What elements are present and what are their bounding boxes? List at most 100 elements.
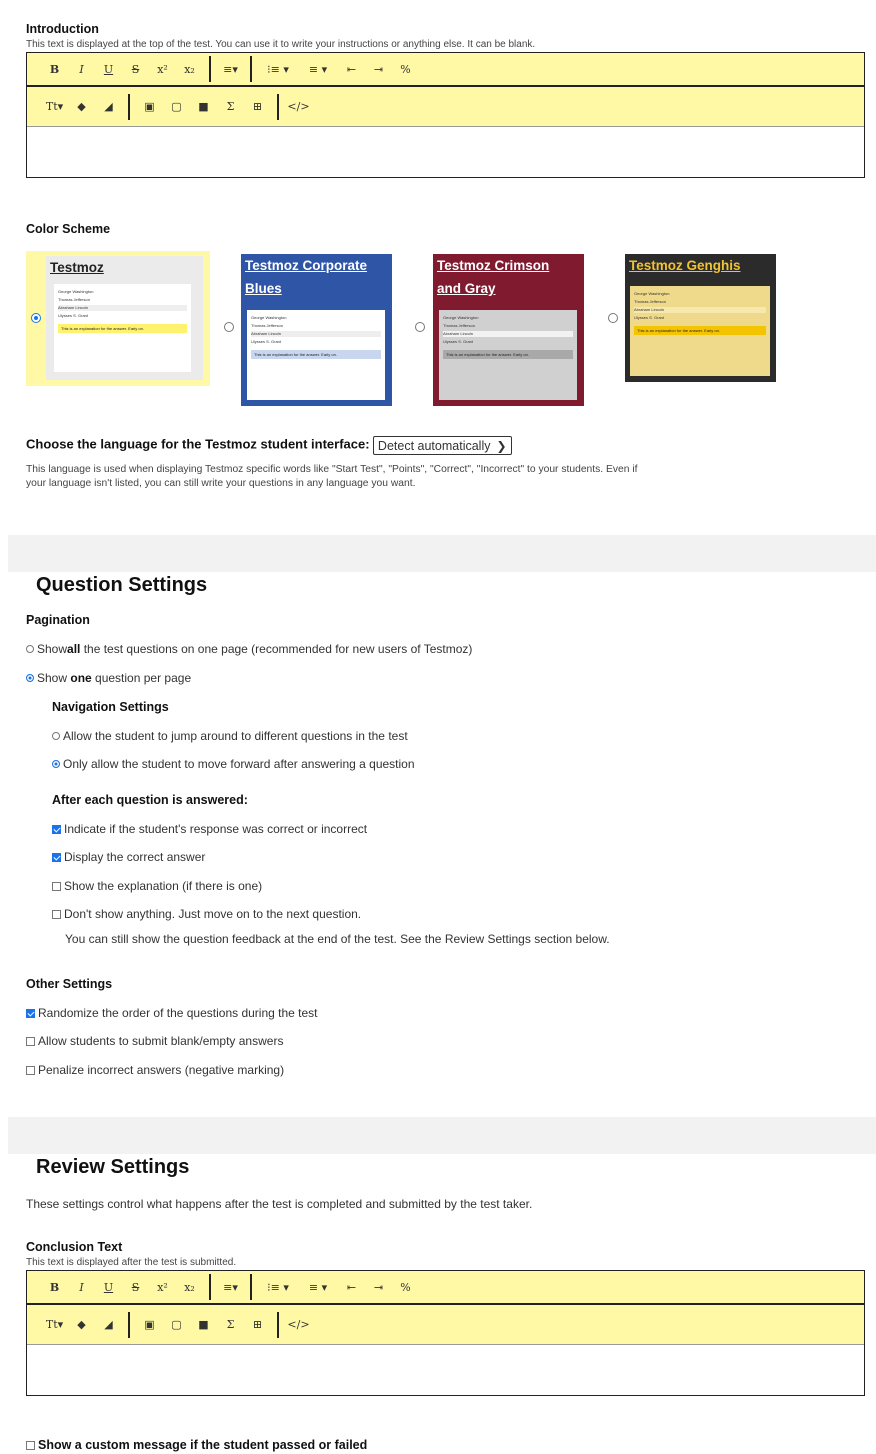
randomize-option[interactable]: Randomize the order of the questions dur… <box>26 1006 318 1020</box>
superscript-button[interactable]: x² <box>149 58 176 80</box>
pagination-one-option[interactable]: Show one question per page <box>26 671 191 685</box>
preview-line: Ulysses S. Grant <box>251 339 282 344</box>
underline-button[interactable]: U <box>95 58 122 80</box>
ordered-list-button[interactable]: ⁝≡ ▾ <box>258 58 298 80</box>
italic-button[interactable]: I <box>68 58 95 80</box>
conclusion-text-area[interactable] <box>27 1345 864 1395</box>
custom-message-option[interactable]: Show a custom message if the student pas… <box>26 1438 367 1452</box>
subscript-button[interactable]: x₂ <box>176 1276 203 1298</box>
eraser-icon[interactable]: ◢ <box>95 1314 122 1336</box>
outdent-button[interactable]: ⇤ <box>338 58 365 80</box>
randomize-checkbox[interactable] <box>26 1008 35 1018</box>
section-divider <box>8 1117 876 1154</box>
pagination-heading: Pagination <box>26 613 90 627</box>
scheme-radio-testmoz[interactable] <box>31 313 41 323</box>
indent-button[interactable]: ⇥ <box>365 58 392 80</box>
penalize-option[interactable]: Penalize incorrect answers (negative mar… <box>26 1063 284 1077</box>
video-icon[interactable]: ■ <box>190 1314 217 1336</box>
text-color-icon[interactable]: ◆ <box>68 1314 95 1336</box>
italic-button[interactable]: I <box>68 1276 95 1298</box>
outdent-button[interactable]: ⇤ <box>338 1276 365 1298</box>
scheme-card-crimson-gray[interactable]: Testmoz Crimson and Gray George Washingt… <box>433 254 584 406</box>
video-icon[interactable]: ■ <box>190 96 217 118</box>
scheme-radio-crimson-gray[interactable] <box>415 322 425 332</box>
scheme-card-corporate-blues[interactable]: Testmoz Corporate Blues George Washingto… <box>241 254 392 406</box>
show-nothing-checkbox[interactable] <box>52 909 61 919</box>
scheme-preview: Testmoz George Washington Thomas Jeffers… <box>46 256 203 380</box>
code-view-icon[interactable]: </> <box>285 1314 312 1336</box>
file-icon[interactable]: ▢ <box>163 1314 190 1336</box>
scheme-radio-genghis[interactable] <box>608 313 618 323</box>
option-text: Allow students to submit blank/empty ans… <box>38 1034 284 1048</box>
strikethrough-button[interactable]: S <box>122 1276 149 1298</box>
table-icon[interactable]: ⊞ <box>244 1314 271 1336</box>
scheme-title: Testmoz Genghis <box>629 258 741 273</box>
scheme-preview-body: George Washington Thomas Jefferson Abrah… <box>247 310 385 400</box>
font-size-dropdown-button[interactable]: Tt▾ <box>41 96 68 118</box>
bold-button[interactable]: B <box>41 58 68 80</box>
conclusion-heading: Conclusion Text <box>26 1240 123 1254</box>
image-icon[interactable]: ▣ <box>136 1314 163 1336</box>
preview-note: This is an explanation for the answer. E… <box>634 326 766 335</box>
penalize-checkbox[interactable] <box>26 1065 35 1075</box>
toolbar-separator <box>128 93 130 120</box>
pagination-all-option[interactable]: Show all the test questions on one page … <box>26 642 472 656</box>
preview-line: Abraham Lincoln <box>58 305 187 311</box>
allow-blank-checkbox[interactable] <box>26 1036 35 1046</box>
link-button[interactable]: % <box>392 58 419 80</box>
option-text: Show the explanation (if there is one) <box>64 879 263 893</box>
navigation-jump-option[interactable]: Allow the student to jump around to diff… <box>52 729 408 743</box>
navigation-forward-option[interactable]: Only allow the student to move forward a… <box>52 757 415 771</box>
toolbar-separator <box>128 1311 130 1338</box>
text-color-icon[interactable]: ◆ <box>68 96 95 118</box>
scheme-radio-corporate-blues[interactable] <box>224 322 234 332</box>
editor-toolbar-row1: B I U S x² x₂ ≡▾ ⁝≡ ▾ ≡ ▾ ⇤ ⇥ % <box>27 53 864 87</box>
pagination-all-radio[interactable] <box>26 645 34 653</box>
review-feedback-note: You can still show the question feedback… <box>65 932 610 946</box>
file-icon[interactable]: ▢ <box>163 96 190 118</box>
unordered-list-button[interactable]: ≡ ▾ <box>298 58 338 80</box>
show-explanation-option[interactable]: Show the explanation (if there is one) <box>52 879 262 893</box>
code-view-icon[interactable]: </> <box>285 96 312 118</box>
table-icon[interactable]: ⊞ <box>244 96 271 118</box>
allow-blank-option[interactable]: Allow students to submit blank/empty ans… <box>26 1034 283 1048</box>
indicate-correct-checkbox[interactable] <box>52 824 61 834</box>
indent-button[interactable]: ⇥ <box>365 1276 392 1298</box>
ordered-list-button[interactable]: ⁝≡ ▾ <box>258 1276 298 1298</box>
unordered-list-button[interactable]: ≡ ▾ <box>298 1276 338 1298</box>
scheme-card-testmoz[interactable]: Testmoz George Washington Thomas Jeffers… <box>26 251 210 386</box>
language-hint-1: This language is used when displaying Te… <box>26 464 638 475</box>
display-answer-checkbox[interactable] <box>52 852 61 862</box>
show-explanation-checkbox[interactable] <box>52 881 61 891</box>
navigation-jump-radio[interactable] <box>52 732 60 740</box>
image-icon[interactable]: ▣ <box>136 96 163 118</box>
underline-button[interactable]: U <box>95 1276 122 1298</box>
scheme-preview-body: George Washington Thomas Jefferson Abrah… <box>630 286 770 376</box>
superscript-button[interactable]: x² <box>149 1276 176 1298</box>
scheme-title: Testmoz <box>50 260 104 275</box>
indicate-correct-option[interactable]: Indicate if the student's response was c… <box>52 822 367 836</box>
link-button[interactable]: % <box>392 1276 419 1298</box>
section-divider <box>8 535 876 572</box>
display-answer-option[interactable]: Display the correct answer <box>52 850 205 864</box>
option-text: Show <box>37 642 68 656</box>
introduction-text-area[interactable] <box>27 127 864 177</box>
strikethrough-button[interactable]: S <box>122 58 149 80</box>
other-settings-heading: Other Settings <box>26 977 113 991</box>
navigation-forward-radio[interactable] <box>52 760 60 768</box>
option-bold-text: one <box>70 671 92 685</box>
align-dropdown-button[interactable]: ≡▾ <box>217 1276 244 1298</box>
pagination-one-radio[interactable] <box>26 674 34 682</box>
language-select[interactable]: Detect automatically ❯ <box>372 436 512 455</box>
align-dropdown-button[interactable]: ≡▾ <box>217 58 244 80</box>
equation-icon[interactable]: Σ <box>217 1314 244 1336</box>
preview-line: Abraham Lincoln <box>443 331 573 337</box>
eraser-icon[interactable]: ◢ <box>95 96 122 118</box>
font-size-dropdown-button[interactable]: Tt▾ <box>41 1314 68 1336</box>
subscript-button[interactable]: x₂ <box>176 58 203 80</box>
scheme-card-genghis[interactable]: Testmoz Genghis George Washington Thomas… <box>625 254 776 382</box>
equation-icon[interactable]: Σ <box>217 96 244 118</box>
show-nothing-option[interactable]: Don't show anything. Just move on to the… <box>52 907 361 921</box>
bold-button[interactable]: B <box>41 1276 68 1298</box>
custom-message-checkbox[interactable] <box>26 1440 35 1450</box>
